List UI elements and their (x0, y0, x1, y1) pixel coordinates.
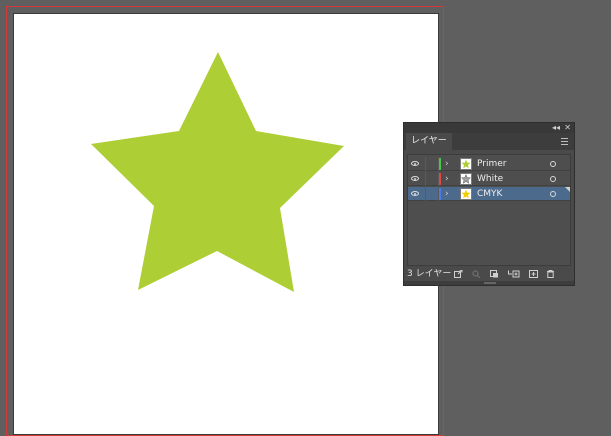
selection-indicator (565, 187, 570, 192)
locate-object-icon[interactable] (472, 270, 481, 278)
target-circle-icon[interactable] (550, 191, 556, 197)
visibility-toggle[interactable] (408, 172, 424, 186)
layer-name: CMYK (477, 189, 503, 199)
target-circle-icon[interactable] (550, 161, 556, 167)
eye-icon (411, 161, 419, 166)
export-icon[interactable] (454, 270, 463, 278)
workspace-canvas[interactable]: ◂◂ ✕ レイヤー › Primer › White › CMYK 3 レイヤー (0, 0, 611, 436)
layer-thumbnail (460, 188, 472, 200)
star-thumbnail-icon (461, 174, 471, 184)
expand-chevron-icon[interactable]: › (445, 188, 449, 200)
layer-count-label: 3 レイヤー (407, 269, 452, 279)
layer-row-white[interactable]: › White (408, 172, 570, 186)
new-layer-icon[interactable] (529, 270, 538, 278)
panel-tabbar: レイヤー (404, 133, 574, 150)
panel-resize-handle[interactable] (404, 281, 574, 285)
layer-name: White (477, 174, 504, 184)
star-thumbnail-icon (461, 159, 471, 169)
collapse-panel-button[interactable]: ◂◂ (552, 123, 560, 133)
lock-toggle[interactable] (425, 187, 439, 201)
create-sublayer-icon[interactable] (508, 270, 520, 278)
expand-chevron-icon[interactable]: › (445, 173, 449, 185)
layer-name: Primer (477, 159, 507, 169)
delete-icon[interactable] (546, 270, 555, 278)
layer-list: › Primer › White › CMYK (407, 154, 571, 266)
visibility-toggle[interactable] (408, 157, 424, 171)
layer-row-cmyk[interactable]: › CMYK (408, 187, 570, 201)
layer-thumbnail (460, 158, 472, 170)
hamburger-menu-icon[interactable] (561, 138, 568, 145)
layer-color-bar (439, 173, 441, 185)
star-thumbnail-icon (461, 189, 471, 199)
layers-panel: ◂◂ ✕ レイヤー › Primer › White › CMYK 3 レイヤー (403, 122, 575, 286)
star-shape[interactable] (14, 14, 438, 422)
layer-color-bar (439, 188, 441, 200)
eye-icon (411, 176, 419, 181)
panel-titlebar[interactable]: ◂◂ ✕ (404, 123, 574, 133)
close-panel-button[interactable]: ✕ (564, 123, 571, 133)
lock-toggle[interactable] (425, 172, 439, 186)
layer-thumbnail (460, 173, 472, 185)
visibility-toggle[interactable] (408, 187, 424, 201)
star-polygon[interactable] (91, 52, 344, 292)
expand-chevron-icon[interactable]: › (445, 158, 449, 170)
clipping-mask-icon[interactable] (490, 270, 499, 278)
eye-icon (411, 191, 419, 196)
target-circle-icon[interactable] (550, 176, 556, 182)
panel-footer: 3 レイヤー (404, 267, 574, 281)
tab-layers[interactable]: レイヤー (406, 133, 452, 150)
lock-toggle[interactable] (425, 157, 439, 171)
layer-color-bar (439, 158, 441, 170)
layer-row-primer[interactable]: › Primer (408, 157, 570, 171)
